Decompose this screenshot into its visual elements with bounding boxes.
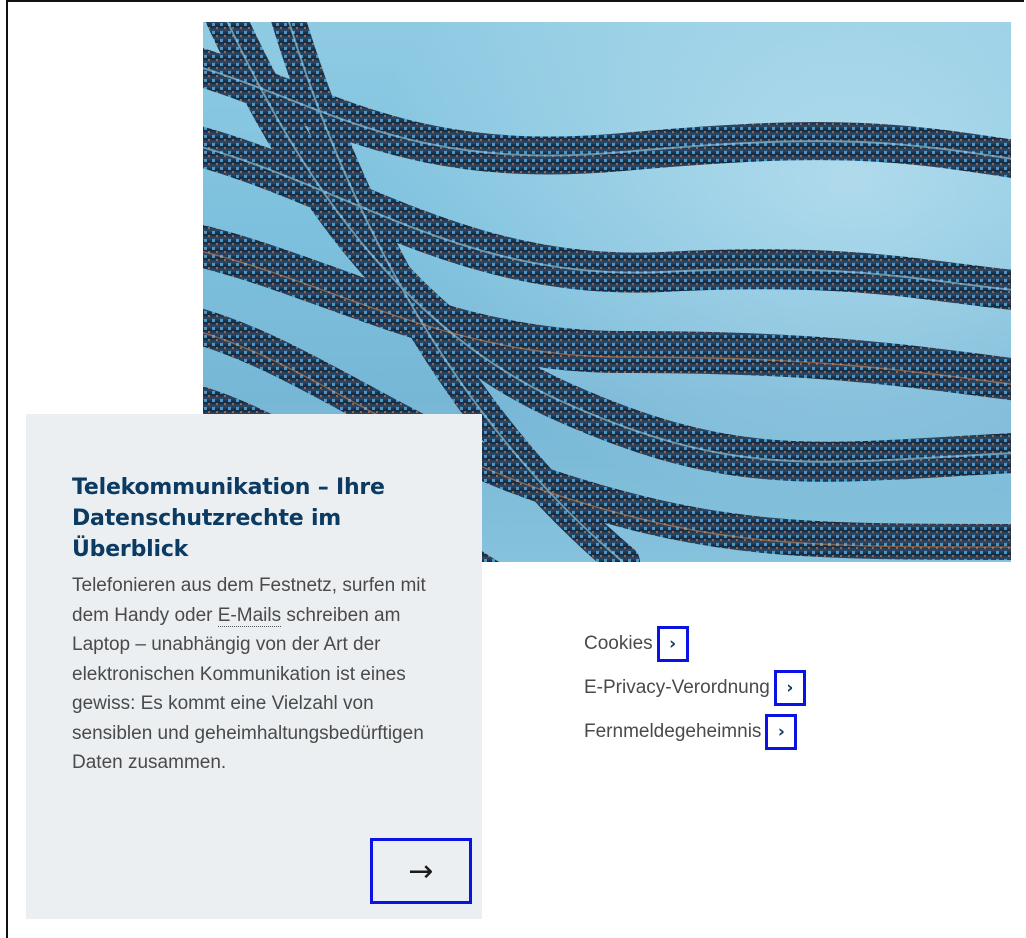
teaser-card: Telekommunikation – Ihre Datenschutzrech… (26, 414, 482, 919)
related-link-label: E-Privacy-Verordnung (584, 677, 770, 698)
related-link-fernmeldegeheimnis[interactable]: Fernmeldegeheimnis › (584, 710, 806, 754)
chevron-right-icon[interactable]: › (656, 626, 689, 662)
teaser-text: Telefonieren aus dem Festnetz, surfen mi… (72, 571, 432, 778)
related-link-label: Cookies (584, 633, 653, 654)
chevron-right-icon[interactable]: › (765, 714, 798, 750)
teaser-title[interactable]: Telekommunikation – Ihre Datenschutzrech… (72, 472, 452, 565)
related-link-label: Fernmeldegeheimnis (584, 721, 762, 742)
teaser-arrow-button[interactable]: → (370, 838, 472, 904)
related-link-e-privacy-verordnung[interactable]: E-Privacy-Verordnung › (584, 666, 806, 710)
chevron-right-icon[interactable]: › (773, 670, 806, 706)
related-links-list: Cookies › E-Privacy-Verordnung › Fernmel… (584, 622, 806, 754)
teaser-text-part2: schreiben am Laptop – unabhängig von der… (72, 604, 424, 774)
related-link-cookies[interactable]: Cookies › (584, 622, 806, 666)
abbr-e-mails[interactable]: E-Mails (217, 604, 282, 627)
arrow-right-icon: → (408, 853, 434, 889)
